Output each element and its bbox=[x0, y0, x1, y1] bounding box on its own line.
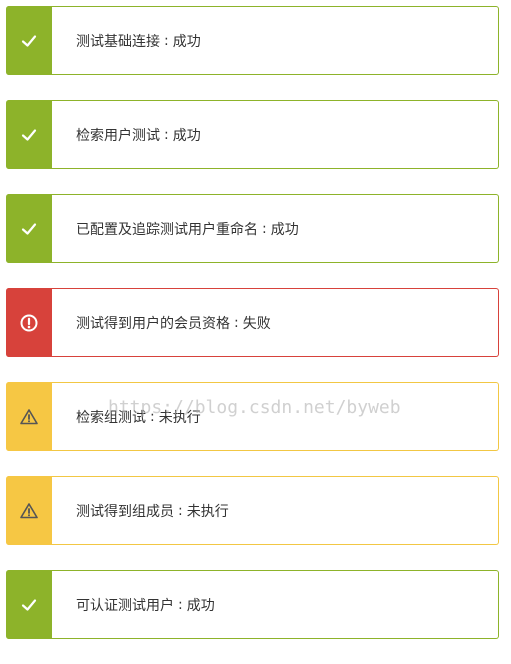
separator: : bbox=[262, 220, 267, 237]
check-icon bbox=[21, 598, 37, 611]
error-circle-icon bbox=[20, 314, 38, 331]
test-status: 失败 bbox=[242, 315, 271, 332]
separator: : bbox=[178, 502, 183, 519]
separator: : bbox=[178, 596, 183, 613]
status-tile-success bbox=[6, 6, 52, 75]
result-text: 可认证测试用户 : 成功 bbox=[76, 571, 215, 638]
test-name: 可认证测试用户 bbox=[76, 597, 174, 614]
status-tile-success bbox=[6, 100, 52, 169]
status-tile-success bbox=[6, 570, 52, 639]
test-name: 测试得到用户的会员资格 bbox=[76, 315, 230, 332]
separator: : bbox=[234, 314, 239, 331]
result-row: 测试得到组成员 : 未执行 bbox=[6, 476, 499, 545]
test-name: 检索用户测试 bbox=[76, 127, 160, 144]
status-tile-warning bbox=[6, 476, 52, 545]
status-tile-success bbox=[6, 194, 52, 263]
test-name: 已配置及追踪测试用户重命名 bbox=[76, 221, 258, 238]
separator: : bbox=[150, 408, 155, 425]
status-tile-warning bbox=[6, 382, 52, 451]
status-tile-error bbox=[6, 288, 52, 357]
result-text: 检索用户测试 : 成功 bbox=[76, 101, 201, 168]
warning-triangle-icon bbox=[20, 502, 38, 518]
test-name: 测试基础连接 bbox=[76, 33, 160, 50]
result-text: 测试得到组成员 : 未执行 bbox=[76, 477, 229, 544]
result-row: 检索组测试 : 未执行 bbox=[6, 382, 499, 451]
result-text: 测试基础连接 : 成功 bbox=[76, 7, 201, 74]
test-status: 成功 bbox=[172, 127, 201, 144]
result-row: 可认证测试用户 : 成功 bbox=[6, 570, 499, 639]
result-row: 测试基础连接 : 成功 bbox=[6, 6, 499, 75]
test-status: 成功 bbox=[172, 33, 201, 50]
check-icon bbox=[21, 34, 37, 47]
test-status: 成功 bbox=[186, 597, 215, 614]
result-row: 检索用户测试 : 成功 bbox=[6, 100, 499, 169]
test-results-list: 测试基础连接 : 成功 检索用户测试 : 成功 已配置及追踪测试用户重命名 : … bbox=[6, 6, 499, 664]
test-name: 测试得到组成员 bbox=[76, 503, 174, 520]
test-status: 未执行 bbox=[186, 503, 229, 520]
check-icon bbox=[21, 128, 37, 141]
separator: : bbox=[164, 126, 169, 143]
check-icon bbox=[21, 222, 37, 235]
result-row: 测试得到用户的会员资格 : 失败 bbox=[6, 288, 499, 357]
result-text: 检索组测试 : 未执行 bbox=[76, 383, 201, 450]
test-name: 检索组测试 bbox=[76, 409, 146, 426]
result-text: 测试得到用户的会员资格 : 失败 bbox=[76, 289, 271, 356]
warning-triangle-icon bbox=[20, 408, 38, 424]
test-status: 成功 bbox=[270, 221, 299, 238]
result-row: 已配置及追踪测试用户重命名 : 成功 bbox=[6, 194, 499, 263]
result-text: 已配置及追踪测试用户重命名 : 成功 bbox=[76, 195, 299, 262]
test-status: 未执行 bbox=[158, 409, 201, 426]
separator: : bbox=[164, 32, 169, 49]
